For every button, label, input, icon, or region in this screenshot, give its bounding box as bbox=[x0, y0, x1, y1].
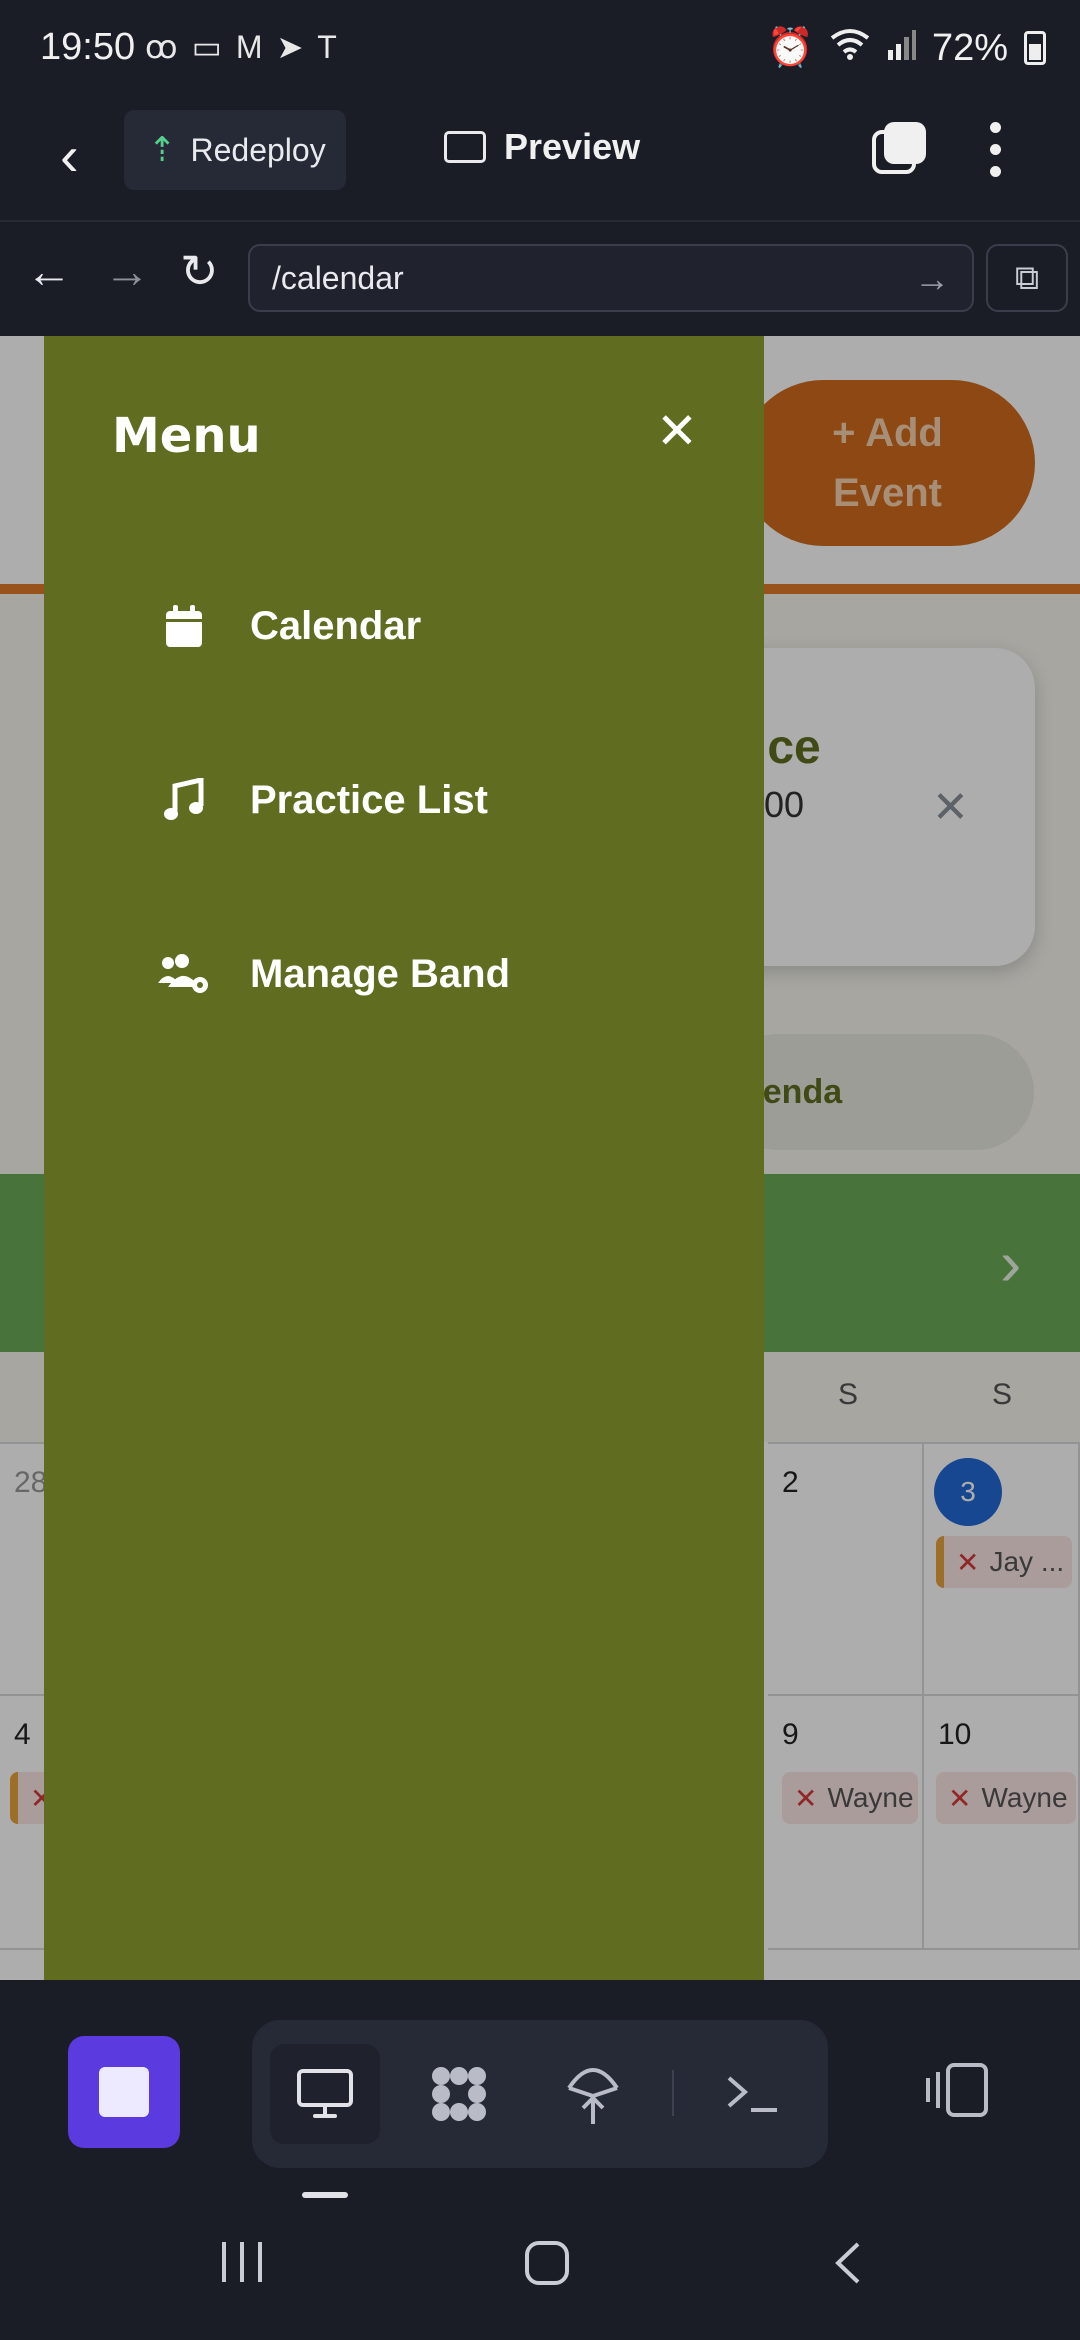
back-button[interactable]: ‹ bbox=[60, 128, 79, 184]
telegram-icon: ➤ bbox=[276, 29, 304, 65]
preview-tab[interactable]: Preview bbox=[444, 126, 640, 168]
url-value: /calendar bbox=[272, 259, 404, 296]
system-nav-bar bbox=[0, 2200, 1080, 2340]
go-arrow-icon[interactable]: → bbox=[914, 258, 950, 300]
close-menu-icon[interactable]: ✕ bbox=[656, 406, 698, 456]
browser-back-icon[interactable]: ← bbox=[26, 248, 72, 294]
recent-apps-icon[interactable] bbox=[220, 2240, 266, 2292]
browser-url-bar: ← → ↻ /calendar → ⧉ bbox=[0, 222, 1080, 336]
web-preview: + Add Event ice :00 ✕ genda › S S 28 2 3… bbox=[0, 336, 1080, 1980]
gmail-icon: M bbox=[235, 28, 263, 65]
menu-item-manage-band[interactable]: Manage Band bbox=[154, 934, 510, 1014]
tesla-icon: T bbox=[317, 28, 337, 65]
battery-percent: 72% bbox=[931, 26, 1008, 69]
voicemail-icon: ꝏ bbox=[145, 29, 178, 65]
open-external-icon[interactable]: ⧉ bbox=[986, 244, 1068, 312]
tool-divider bbox=[672, 2070, 674, 2116]
redeploy-button[interactable]: ⇡ Redeploy bbox=[124, 110, 346, 190]
menu-item-label: Practice List bbox=[250, 777, 488, 822]
deploy-icon: ⇡ bbox=[148, 131, 177, 169]
alarm-icon: ⏰ bbox=[766, 27, 814, 69]
more-options-icon[interactable] bbox=[990, 122, 1002, 177]
tool-dock bbox=[0, 1980, 1080, 2200]
home-icon[interactable] bbox=[524, 2240, 570, 2294]
battery-icon bbox=[1024, 31, 1046, 65]
status-time: 19:50 bbox=[40, 26, 136, 68]
menu-item-practice-list[interactable]: Practice List bbox=[154, 760, 488, 840]
stop-button[interactable] bbox=[68, 2036, 180, 2148]
preview-label: Preview bbox=[504, 126, 641, 167]
stop-icon bbox=[99, 2067, 149, 2117]
wifi-icon bbox=[830, 27, 870, 70]
status-bar: 19:50 ꝏ ▭ M ➤ T ⏰ 72% bbox=[0, 0, 1080, 100]
notification-icons: ꝏ ▭ M ➤ T bbox=[145, 28, 337, 66]
url-input[interactable]: /calendar → bbox=[248, 244, 974, 312]
side-menu-drawer: Menu ✕ Calendar Practice List Manage Ban… bbox=[44, 336, 764, 1980]
system-icons: ⏰ 72% bbox=[767, 26, 1046, 70]
signal-icon bbox=[886, 27, 916, 70]
tool-switcher bbox=[252, 2020, 828, 2168]
tabs-switcher-icon[interactable] bbox=[872, 122, 926, 176]
menu-item-calendar[interactable]: Calendar bbox=[154, 586, 421, 666]
workspace-icon[interactable] bbox=[404, 2044, 514, 2144]
preview-tool-icon[interactable] bbox=[270, 2044, 380, 2144]
reload-icon[interactable]: ↻ bbox=[180, 248, 219, 294]
active-tool-indicator bbox=[302, 2192, 348, 2198]
deploy-tool-icon[interactable] bbox=[538, 2044, 648, 2144]
music-note-icon bbox=[154, 778, 214, 822]
monitor-icon bbox=[444, 131, 486, 163]
menu-item-label: Calendar bbox=[250, 603, 422, 648]
app-header: ‹ ⇡ Redeploy Preview bbox=[0, 100, 1080, 222]
menu-title: Menu bbox=[112, 408, 261, 464]
menu-item-label: Manage Band bbox=[250, 951, 511, 996]
layout-toggle-icon[interactable] bbox=[924, 2062, 990, 2129]
browser-forward-icon[interactable]: → bbox=[104, 248, 150, 294]
band-settings-icon bbox=[154, 953, 214, 995]
redeploy-label: Redeploy bbox=[190, 131, 326, 168]
calendar-icon bbox=[154, 603, 214, 649]
system-back-icon[interactable] bbox=[832, 2240, 864, 2294]
terminal-icon[interactable] bbox=[698, 2044, 808, 2144]
wallet-icon: ▭ bbox=[191, 29, 222, 65]
